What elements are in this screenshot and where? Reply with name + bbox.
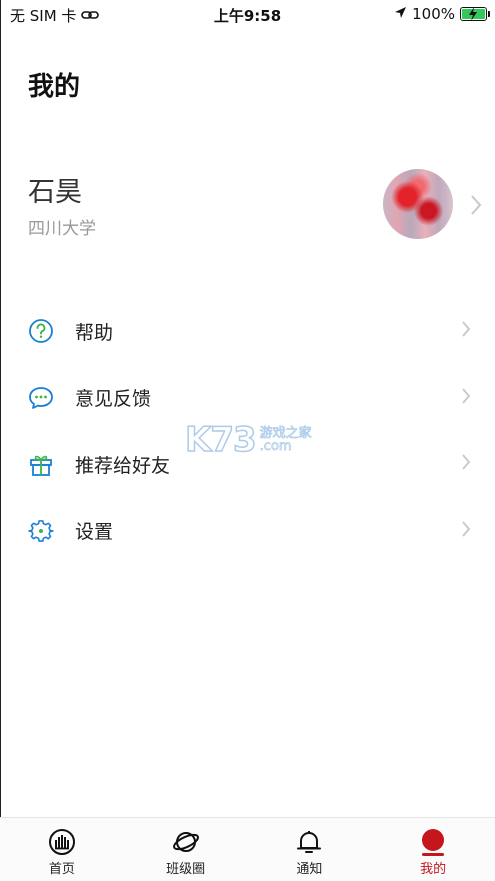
status-right: 100%: [394, 5, 490, 23]
watermark: K73 游戏之家 .com: [184, 419, 312, 461]
location-arrow-icon: [394, 5, 407, 23]
tab-label: 我的: [420, 862, 447, 877]
watermark-text: 游戏之家 .com: [259, 427, 312, 454]
avatar[interactable]: [383, 169, 453, 239]
bell-icon: [295, 828, 323, 856]
profile-dot-icon: [419, 828, 447, 856]
help-icon: [28, 318, 54, 344]
chevron-right-icon: [461, 453, 471, 475]
tab-label: 通知: [296, 862, 323, 877]
tab-home[interactable]: 首页: [0, 818, 124, 881]
tab-notifications[interactable]: 通知: [248, 818, 372, 881]
page-title: 我的: [28, 72, 81, 102]
menu-label: 推荐给好友: [75, 454, 171, 477]
tab-label: 班级圈: [166, 862, 206, 877]
chevron-right-icon: [461, 520, 471, 542]
menu-label: 设置: [75, 521, 114, 544]
profile-school: 四川大学: [28, 219, 96, 239]
chevron-right-icon: [461, 387, 471, 409]
status-bar: 无 SIM 卡 上午9:58 100%: [0, 0, 495, 30]
battery-icon: [460, 7, 490, 21]
gift-icon: [28, 451, 54, 477]
chevron-right-icon: [470, 194, 482, 220]
menu-item-help[interactable]: 帮助: [0, 298, 495, 365]
profile-name: 石昊: [28, 177, 82, 208]
battery-percent: 100%: [412, 5, 455, 23]
menu-label: 意见反馈: [75, 388, 152, 411]
menu-label: 帮助: [75, 321, 114, 344]
chevron-right-icon: [461, 320, 471, 342]
feedback-icon: [28, 385, 54, 411]
settings-icon: [28, 518, 54, 544]
watermark-domain: .com: [259, 439, 292, 454]
profile-card[interactable]: 石昊 四川大学: [0, 160, 495, 250]
watermark-logo: K73: [184, 419, 257, 461]
tab-class-circle[interactable]: 班级圈: [124, 818, 248, 881]
tab-mine[interactable]: 我的: [371, 818, 495, 881]
tab-label: 首页: [48, 862, 75, 877]
planet-icon: [172, 828, 200, 856]
screen: 无 SIM 卡 上午9:58 100% 我的 石昊 四川大学 帮助 意见反馈 推…: [0, 0, 495, 881]
home-icon: [48, 828, 76, 856]
menu-item-settings[interactable]: 设置: [0, 498, 495, 565]
tab-bar: 首页 班级圈 通知 我的: [0, 817, 495, 881]
